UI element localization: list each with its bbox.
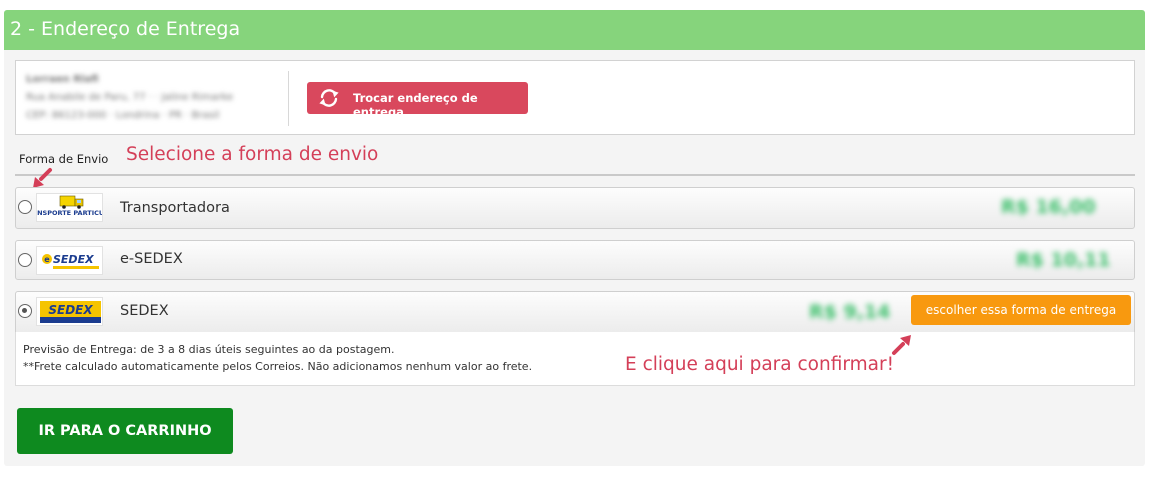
option-name-esedex: e-SEDEX xyxy=(120,251,183,267)
truck-logo: TRANSPORTE PARTICULAR xyxy=(36,193,103,222)
address-street: Rua Anabile de Paru, 77 · · Jaline Rimar… xyxy=(26,92,234,103)
delivery-address-card: 2 - Endereço de Entrega Lorraen Rlafi Ru… xyxy=(4,10,1145,466)
svg-text:e: e xyxy=(44,255,50,264)
shipping-option-transportadora[interactable]: TRANSPORTE PARTICULAR Transportadora R$ … xyxy=(15,187,1135,229)
refresh-icon xyxy=(319,89,339,107)
option-price-esedex: R$ 10,11 xyxy=(1016,249,1111,271)
address-box: Lorraen Rlafi Rua Anabile de Paru, 77 · … xyxy=(15,60,1135,135)
logo-text-transporte: TRANSPORTE PARTICULAR xyxy=(37,209,103,217)
pointer-arrow-icon xyxy=(892,335,911,355)
shipping-divider xyxy=(15,174,1135,176)
change-address-button[interactable]: Trocar endereço de entrega xyxy=(307,82,528,119)
section-header: 2 - Endereço de Entrega xyxy=(4,10,1145,50)
select-shipping-hint: Selecione a forma de envio xyxy=(126,144,379,165)
option-price-transportadora: R$ 16,00 xyxy=(1001,196,1096,218)
esedex-logo: e SEDEX xyxy=(36,246,103,275)
radio-sedex[interactable] xyxy=(18,304,32,318)
choose-shipping-button[interactable]: escolher essa forma de entrega xyxy=(911,295,1131,325)
svg-text:SEDEX: SEDEX xyxy=(48,303,93,317)
radio-esedex[interactable] xyxy=(18,253,32,267)
address-text: Lorraen Rlafi Rua Anabile de Paru, 77 · … xyxy=(26,71,233,125)
delivery-forecast: Previsão de Entrega: de 3 a 8 dias úteis… xyxy=(23,343,395,356)
shipping-note: **Frete calculado automaticamente pelos … xyxy=(23,360,533,373)
option-name-sedex: SEDEX xyxy=(120,303,169,319)
svg-text:SEDEX: SEDEX xyxy=(53,253,94,266)
section-title: 2 - Endereço de Entrega xyxy=(10,18,241,40)
shipping-method-label: Forma de Envio xyxy=(19,152,109,166)
shipping-option-sedex[interactable]: SEDEX SEDEX R$ 9,14 escolher essa forma … xyxy=(15,291,1135,333)
vertical-divider xyxy=(288,71,289,126)
confirm-hint: E clique aqui para confirmar! xyxy=(625,354,895,375)
change-address-label: Trocar endereço de entrega xyxy=(353,91,478,119)
radio-transportadora[interactable] xyxy=(18,200,32,214)
shipping-option-esedex[interactable]: e SEDEX e-SEDEX R$ 10,11 xyxy=(15,240,1135,280)
go-to-cart-button[interactable]: IR PARA O CARRINHO xyxy=(17,408,233,454)
option-price-sedex: R$ 9,14 xyxy=(809,301,891,323)
delivery-details: Previsão de Entrega: de 3 a 8 dias úteis… xyxy=(15,332,1135,386)
option-name-transportadora: Transportadora xyxy=(120,200,230,216)
address-name: Lorraen Rlafi xyxy=(26,74,99,85)
sedex-logo: SEDEX xyxy=(36,297,103,326)
address-city: CEP: 86123-000 · Londrina · PR · Brasil xyxy=(26,110,220,121)
